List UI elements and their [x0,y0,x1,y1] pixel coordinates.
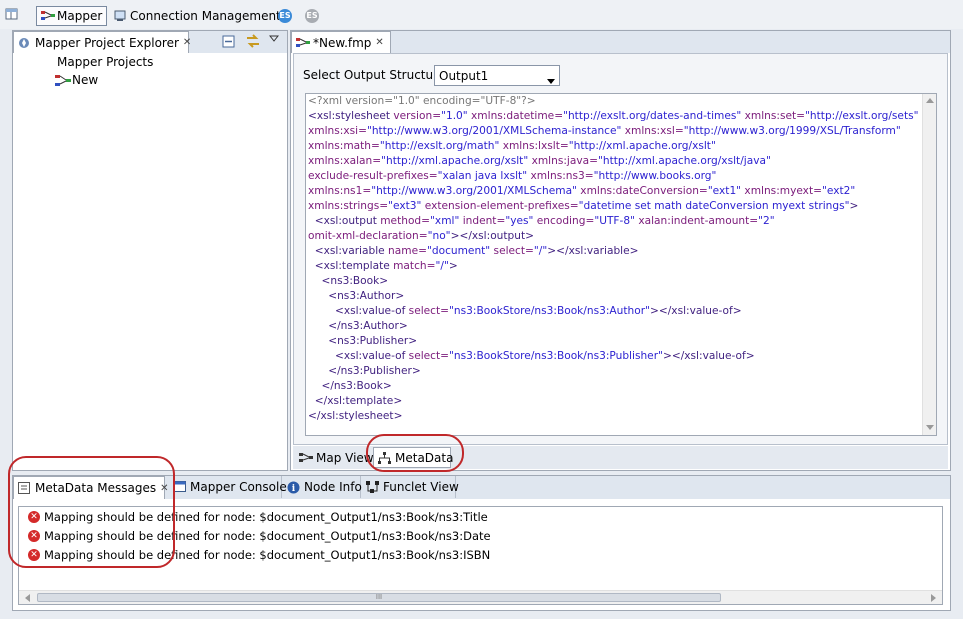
xml-line: omit-xml-declaration="no"></xsl:output> [308,230,535,242]
scroll-up-icon [926,98,934,103]
explorer-icon [18,37,31,49]
close-icon[interactable]: ✕ [183,37,191,48]
xml-line: <ns3:Publisher> [328,335,418,347]
svg-text:i: i [292,484,296,494]
xml-line: <ns3:Book> [321,275,389,287]
xml-source-text: <?xml version="1.0" encoding="UTF-8"?> <x… [306,94,936,424]
chevron-down-icon [547,73,555,87]
xml-line: <xsl:template match="/"> [314,260,458,272]
connection-management-button[interactable]: Connection Management [110,6,285,26]
xml-vertical-scrollbar[interactable] [922,94,936,435]
xml-line: <ns3:Author> [328,290,405,302]
xml-line: <xsl:stylesheet version="1.0" xmlns:date… [308,110,919,122]
es-blue-icon[interactable]: ES [278,9,292,23]
project-item-new[interactable]: New [55,73,98,87]
xml-line: </xsl:template> [314,395,403,407]
main-toolbar: Mapper Connection Management ES ES [0,0,963,29]
xml-line: <xsl:variable name="document" select="/"… [314,245,639,257]
editor-tabbar: *New.fmp ✕ [291,31,950,53]
output-structure-label: Select Output Structure: [303,68,450,82]
xml-line: xmlns:math="http://exslt.org/math" xmlns… [308,140,716,152]
map-view-label: Map View [316,451,374,465]
messages-horizontal-scrollbar[interactable]: III [19,590,942,604]
xml-line: <xsl:value-of select="ns3:BookStore/ns3:… [334,350,755,362]
scroll-right-icon [931,594,936,602]
mapper-perspective-button[interactable]: Mapper [36,6,108,26]
xml-line: </ns3:Publisher> [328,365,421,377]
project-item-label: New [72,73,99,87]
xml-line: </ns3:Book> [321,380,392,392]
tab-mapper-project-explorer[interactable]: Mapper Project Explorer ✕ [13,31,191,53]
mapper-icon [41,10,55,22]
tab-mapper-console[interactable]: Mapper Console [169,476,287,498]
output-structure-select[interactable]: Output1 [434,65,560,86]
xml-line: xmlns:xsi="http://www.w3.org/2001/XMLSch… [308,125,901,137]
connection-icon [114,10,127,22]
close-icon[interactable]: ✕ [375,37,383,48]
xml-line: <xsl:output method="xml" indent="yes" en… [314,215,775,227]
tab-funclet-view[interactable]: Funclet View [362,476,459,498]
tab-new-fmp[interactable]: *New.fmp ✕ [291,31,391,53]
explorer-panel [12,30,288,471]
mapper-file-icon [296,37,310,49]
es-gray-icon[interactable]: ES [305,9,319,23]
xml-line: <xsl:value-of select="ns3:BookStore/ns3:… [334,305,742,317]
xml-line: </xsl:stylesheet> [308,410,403,422]
xml-line: xmlns:xalan="http://xml.apache.org/xslt"… [308,155,771,167]
xml-line: <?xml version="1.0" encoding="UTF-8"?> [308,95,536,107]
info-icon: i [287,481,300,494]
xml-line: exclude-result-prefixes="xalan java lxsl… [308,170,717,182]
output-structure-value: Output1 [439,68,489,83]
scroll-left-icon [25,594,30,602]
funclet-icon [366,481,379,493]
xml-line: </ns3:Author> [328,320,408,332]
xml-line: xmlns:strings="ext3" extension-element-p… [308,200,859,212]
xml-source-view[interactable]: <?xml version="1.0" encoding="UTF-8"?> <x… [305,93,937,436]
node-info-label: Node Info [304,480,362,494]
mapper-label: Mapper [57,9,103,23]
editor-tab-label: *New.fmp [313,35,372,50]
explorer-tab-label: Mapper Project Explorer [35,35,179,50]
link-editor-icon[interactable] [245,34,261,51]
explorer-tabbar: Mapper Project Explorer ✕ [13,31,287,53]
mapper-projects-root[interactable]: Mapper Projects [57,55,153,69]
annotation-ring-metadata-tab [366,434,464,472]
connection-label: Connection Management [130,9,281,23]
collapse-all-icon[interactable] [222,35,235,51]
funclet-view-label: Funclet View [383,480,459,494]
mapper-file-icon [55,74,71,86]
annotation-ring-messages [8,456,175,568]
mapper-console-label: Mapper Console [190,480,287,494]
xml-line: xmlns:ns1="http://www.w3.org/2001/XMLSch… [308,185,856,197]
tab-map-view[interactable]: Map View [295,447,374,469]
open-perspective-icon[interactable] [5,8,19,24]
map-view-icon [299,452,313,464]
view-menu-icon[interactable] [268,33,280,47]
scroll-thumb[interactable]: III [37,593,721,602]
scroll-down-icon [926,425,934,430]
tab-node-info[interactable]: i Node Info [283,476,362,498]
